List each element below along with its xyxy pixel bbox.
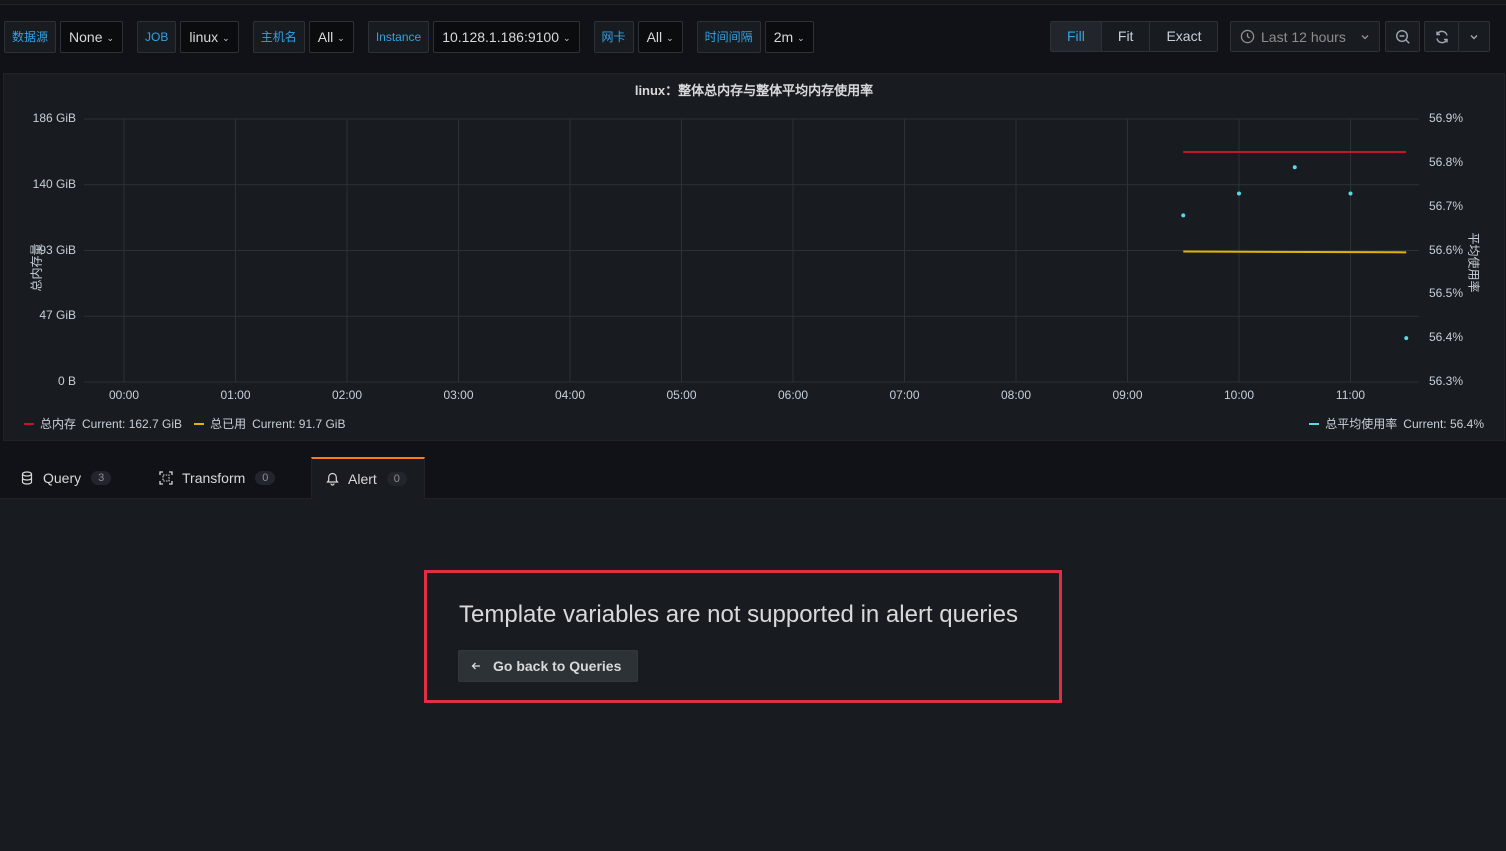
button-label: Go back to Queries xyxy=(493,658,622,674)
variable-select-nic[interactable]: All ⌄ xyxy=(637,21,683,53)
legend-series-name: 总内存 xyxy=(40,417,77,431)
mode-exact-button[interactable]: Exact xyxy=(1150,22,1217,51)
time-range-picker[interactable]: Last 12 hours xyxy=(1230,21,1380,52)
alert-unsupported-notice: Template variables are not supported in … xyxy=(424,570,1062,703)
zoom-out-button[interactable] xyxy=(1385,21,1420,52)
variable-job: JOB linux ⌄ xyxy=(137,21,239,53)
mode-fill-button[interactable]: Fill xyxy=(1051,22,1102,51)
variables-bar: 数据源 None ⌄ JOB linux ⌄ 主机名 All ⌄ Instance 1… xyxy=(4,21,828,53)
tab-count-badge: 0 xyxy=(386,472,407,486)
legend-right: 总平均使用率 Current: 56.4% xyxy=(1309,415,1484,432)
tab-label: Alert xyxy=(348,471,377,487)
chart-plot-area[interactable] xyxy=(4,74,1504,440)
chevron-down-icon xyxy=(1469,32,1479,42)
chevron-down-icon: ⌄ xyxy=(563,33,571,44)
variable-select-datasource[interactable]: None ⌄ xyxy=(60,21,124,53)
series-point-2 xyxy=(1292,165,1297,170)
tab-count-badge: 0 xyxy=(255,471,276,485)
tab-transform[interactable]: Transform 0 xyxy=(145,457,289,499)
series-point-2 xyxy=(1404,336,1409,341)
legend-series-name: 总平均使用率 xyxy=(1325,417,1398,431)
graph-panel: linux：整体总内存与整体平均内存使用率 总内存量 平均使用率 0 B 47 G… xyxy=(3,73,1505,441)
legend-item-used-memory[interactable]: 总已用 Current: 91.7 GiB xyxy=(194,415,345,432)
refresh-icon xyxy=(1434,29,1450,45)
transform-icon xyxy=(159,471,173,485)
chevron-down-icon: ⌄ xyxy=(797,33,805,44)
series-point-2 xyxy=(1348,191,1353,196)
chevron-down-icon xyxy=(1360,32,1370,42)
alert-message: Template variables are not supported in … xyxy=(459,601,1018,628)
legend-series-name: 总已用 xyxy=(210,417,247,431)
legend-swatch xyxy=(24,422,34,425)
variable-instance: Instance 10.128.1.186:9100 ⌄ xyxy=(367,21,580,53)
variable-datasource: 数据源 None ⌄ xyxy=(4,21,124,53)
database-icon xyxy=(20,471,34,485)
go-back-to-queries-button[interactable]: Go back to Queries xyxy=(458,650,639,682)
variable-label: 主机名 xyxy=(252,21,305,53)
clock-icon xyxy=(1240,29,1255,44)
variable-select-interval[interactable]: 2m ⌄ xyxy=(764,21,814,53)
variable-select-hostname[interactable]: All ⌄ xyxy=(308,21,354,53)
chevron-down-icon: ⌄ xyxy=(666,33,674,44)
variable-select-instance[interactable]: 10.128.1.186:9100 ⌄ xyxy=(433,21,580,53)
chevron-down-icon: ⌄ xyxy=(106,33,115,44)
legend-current-value: Current: 162.7 GiB xyxy=(82,416,183,431)
series-point-2 xyxy=(1181,213,1186,218)
editor-tabs: Query 3 Transform 0 Alert 0 xyxy=(0,457,1506,499)
variable-select-job[interactable]: linux ⌄ xyxy=(180,21,239,53)
legend-swatch xyxy=(194,422,205,425)
refresh-button[interactable] xyxy=(1424,21,1459,52)
arrow-left-icon xyxy=(471,661,481,671)
variable-interval: 时间间隔 2m ⌄ xyxy=(696,21,814,53)
time-range-label: Last 12 hours xyxy=(1261,28,1346,45)
chevron-down-icon: ⌄ xyxy=(222,33,230,44)
bell-icon xyxy=(326,472,339,486)
tab-query[interactable]: Query 3 xyxy=(6,457,125,499)
top-bar xyxy=(0,0,1506,5)
legend-current-value: Current: 56.4% xyxy=(1403,416,1484,431)
zoom-out-icon xyxy=(1395,29,1411,45)
legend-left: 总内存 Current: 162.7 GiB 总已用 Current: 91.7… xyxy=(24,415,345,432)
tab-label: Query xyxy=(43,470,82,486)
variable-label: 数据源 xyxy=(4,21,57,53)
legend-swatch xyxy=(1309,422,1320,425)
variable-label: 网卡 xyxy=(593,21,634,53)
chevron-down-icon: ⌄ xyxy=(337,33,345,44)
tab-label: Transform xyxy=(182,470,246,486)
mode-fit-button[interactable]: Fit xyxy=(1102,22,1151,51)
variable-label: 时间间隔 xyxy=(696,21,761,53)
series-line-1 xyxy=(1183,250,1407,254)
legend-item-avg-usage[interactable]: 总平均使用率 Current: 56.4% xyxy=(1309,415,1484,432)
variable-nic: 网卡 All ⌄ xyxy=(593,21,683,53)
refresh-interval-dropdown[interactable] xyxy=(1458,21,1490,52)
variable-label: Instance xyxy=(367,21,430,53)
display-mode-group: Fill Fit Exact xyxy=(1050,21,1219,52)
variable-label: JOB xyxy=(137,21,177,53)
series-point-2 xyxy=(1237,191,1241,196)
variable-hostname: 主机名 All ⌄ xyxy=(252,21,354,53)
legend-current-value: Current: 91.7 GiB xyxy=(252,416,346,431)
legend-item-total-memory[interactable]: 总内存 Current: 162.7 GiB xyxy=(24,415,182,432)
tab-alert[interactable]: Alert 0 xyxy=(311,457,425,499)
tab-count-badge: 3 xyxy=(91,471,112,485)
